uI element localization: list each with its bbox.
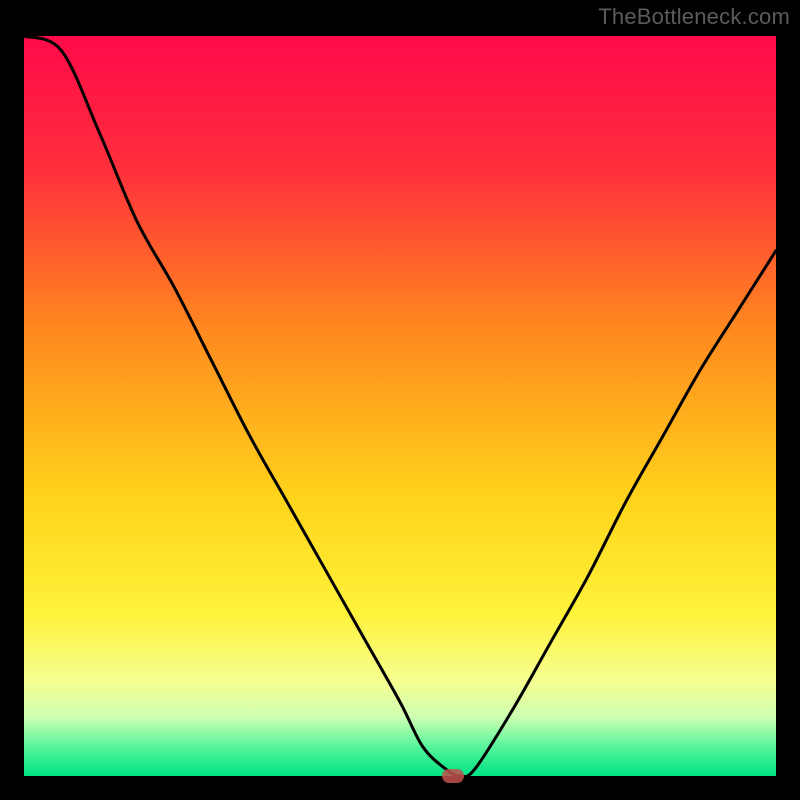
chart-stage: TheBottleneck.com	[0, 0, 800, 800]
bottleneck-curve	[24, 36, 776, 776]
watermark-text: TheBottleneck.com	[598, 4, 790, 30]
plot-area	[19, 31, 781, 781]
optimum-marker	[442, 769, 464, 783]
